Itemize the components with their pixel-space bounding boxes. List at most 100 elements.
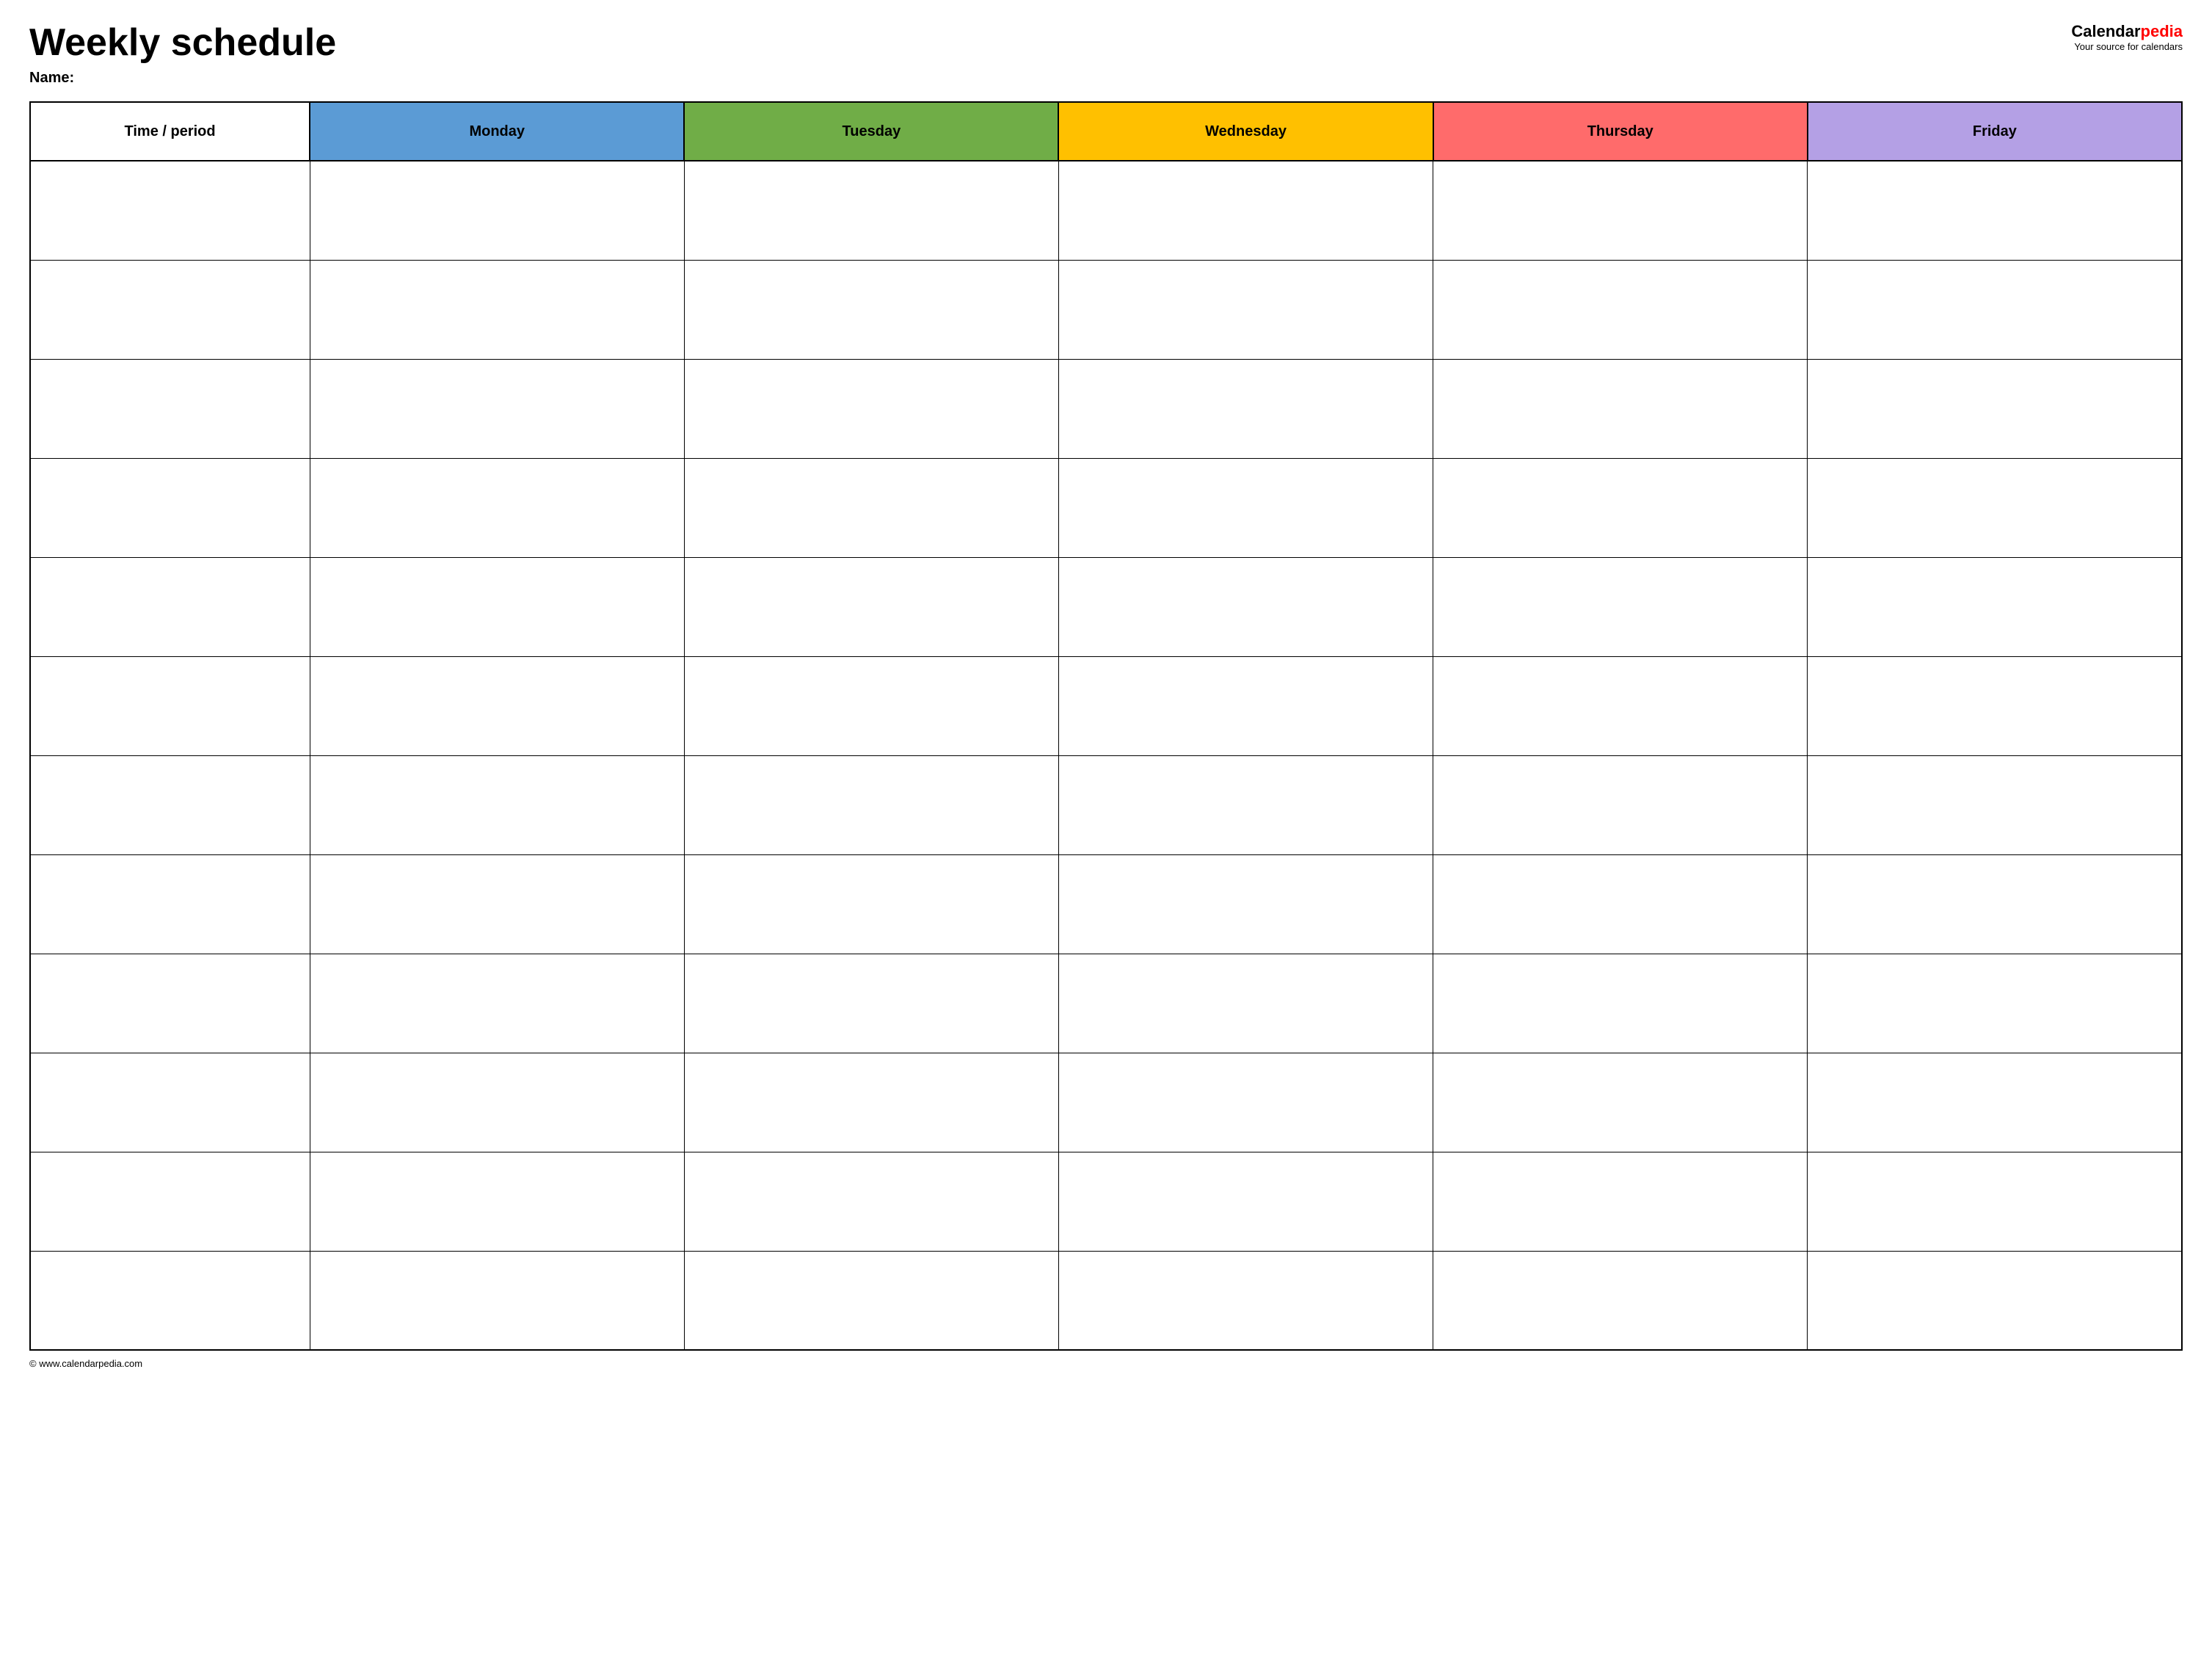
schedule-cell[interactable] (1808, 755, 2182, 854)
table-row (30, 656, 2182, 755)
logo-pedia-text: pedia (2141, 22, 2183, 40)
schedule-cell[interactable] (310, 755, 684, 854)
schedule-cell[interactable] (310, 557, 684, 656)
schedule-cell[interactable] (310, 458, 684, 557)
time-cell[interactable] (30, 359, 310, 458)
logo-area: Calendarpedia Your source for calendars (2071, 22, 2183, 53)
schedule-cell[interactable] (1433, 161, 1808, 260)
time-cell[interactable] (30, 656, 310, 755)
logo-text: Calendarpedia (2071, 22, 2183, 41)
schedule-cell[interactable] (1808, 854, 2182, 954)
table-row (30, 359, 2182, 458)
time-cell[interactable] (30, 458, 310, 557)
header-friday: Friday (1808, 102, 2182, 161)
schedule-cell[interactable] (1808, 656, 2182, 755)
schedule-cell[interactable] (1808, 260, 2182, 359)
schedule-cell[interactable] (684, 1251, 1058, 1350)
time-cell[interactable] (30, 557, 310, 656)
schedule-cell[interactable] (1058, 1152, 1433, 1251)
table-row (30, 954, 2182, 1053)
schedule-cell[interactable] (1808, 359, 2182, 458)
schedule-cell[interactable] (1433, 656, 1808, 755)
schedule-cell[interactable] (1058, 1053, 1433, 1152)
schedule-cell[interactable] (310, 854, 684, 954)
schedule-cell[interactable] (684, 854, 1058, 954)
schedule-cell[interactable] (1433, 359, 1808, 458)
schedule-cell[interactable] (1433, 954, 1808, 1053)
schedule-cell[interactable] (1433, 557, 1808, 656)
header-thursday: Thursday (1433, 102, 1808, 161)
schedule-cell[interactable] (684, 458, 1058, 557)
table-row (30, 854, 2182, 954)
schedule-cell[interactable] (310, 359, 684, 458)
schedule-cell[interactable] (684, 359, 1058, 458)
schedule-cell[interactable] (1808, 1152, 2182, 1251)
schedule-cell[interactable] (1058, 854, 1433, 954)
schedule-cell[interactable] (310, 656, 684, 755)
schedule-cell[interactable] (684, 755, 1058, 854)
schedule-cell[interactable] (1433, 1152, 1808, 1251)
schedule-cell[interactable] (1808, 557, 2182, 656)
table-header-row: Time / period Monday Tuesday Wednesday T… (30, 102, 2182, 161)
schedule-cell[interactable] (684, 954, 1058, 1053)
schedule-cell[interactable] (1058, 161, 1433, 260)
schedule-cell[interactable] (1058, 954, 1433, 1053)
schedule-cell[interactable] (1433, 1251, 1808, 1350)
header-wednesday: Wednesday (1058, 102, 1433, 161)
schedule-cell[interactable] (1433, 458, 1808, 557)
time-cell[interactable] (30, 161, 310, 260)
time-cell[interactable] (30, 854, 310, 954)
schedule-cell[interactable] (1808, 458, 2182, 557)
header-section: Weekly schedule Name: Calendarpedia Your… (29, 22, 2183, 87)
schedule-cell[interactable] (684, 1152, 1058, 1251)
page-title: Weekly schedule (29, 22, 336, 64)
schedule-cell[interactable] (310, 954, 684, 1053)
table-row (30, 557, 2182, 656)
header-monday: Monday (310, 102, 684, 161)
table-row (30, 1152, 2182, 1251)
table-row (30, 1053, 2182, 1152)
time-cell[interactable] (30, 1152, 310, 1251)
title-area: Weekly schedule Name: (29, 22, 336, 87)
schedule-cell[interactable] (1808, 161, 2182, 260)
header-time: Time / period (30, 102, 310, 161)
schedule-cell[interactable] (684, 656, 1058, 755)
time-cell[interactable] (30, 1251, 310, 1350)
time-cell[interactable] (30, 954, 310, 1053)
schedule-cell[interactable] (1058, 359, 1433, 458)
schedule-cell[interactable] (1058, 557, 1433, 656)
schedule-cell[interactable] (310, 1053, 684, 1152)
schedule-cell[interactable] (1808, 1053, 2182, 1152)
schedule-cell[interactable] (1433, 1053, 1808, 1152)
schedule-cell[interactable] (684, 260, 1058, 359)
table-row (30, 1251, 2182, 1350)
schedule-cell[interactable] (1433, 260, 1808, 359)
time-cell[interactable] (30, 260, 310, 359)
schedule-cell[interactable] (1058, 755, 1433, 854)
schedule-cell[interactable] (1808, 954, 2182, 1053)
logo-calendar-text: Calendar (2071, 22, 2140, 40)
schedule-cell[interactable] (1808, 1251, 2182, 1350)
schedule-cell[interactable] (310, 1251, 684, 1350)
page-container: Weekly schedule Name: Calendarpedia Your… (29, 22, 2183, 1369)
time-cell[interactable] (30, 1053, 310, 1152)
table-row (30, 458, 2182, 557)
schedule-cell[interactable] (1058, 1251, 1433, 1350)
schedule-cell[interactable] (310, 1152, 684, 1251)
time-cell[interactable] (30, 755, 310, 854)
name-label: Name: (29, 70, 336, 87)
footer: © www.calendarpedia.com (29, 1358, 2183, 1369)
header-tuesday: Tuesday (684, 102, 1058, 161)
schedule-cell[interactable] (684, 557, 1058, 656)
schedule-cell[interactable] (1433, 854, 1808, 954)
table-row (30, 260, 2182, 359)
schedule-cell[interactable] (1058, 260, 1433, 359)
schedule-cell[interactable] (310, 260, 684, 359)
schedule-cell[interactable] (684, 161, 1058, 260)
schedule-cell[interactable] (310, 161, 684, 260)
footer-url: © www.calendarpedia.com (29, 1358, 142, 1369)
schedule-cell[interactable] (1058, 458, 1433, 557)
schedule-cell[interactable] (1058, 656, 1433, 755)
schedule-cell[interactable] (1433, 755, 1808, 854)
schedule-cell[interactable] (684, 1053, 1058, 1152)
